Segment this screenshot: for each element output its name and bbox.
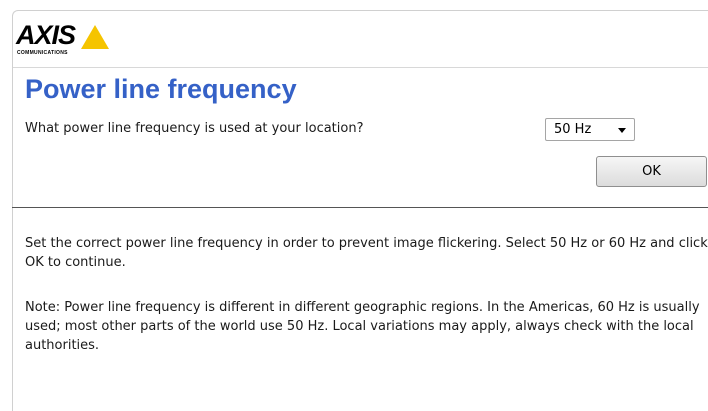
logo-wordmark: AXIS — [16, 20, 76, 50]
logo-subtext: COMMUNICATIONS — [17, 50, 68, 56]
section-divider — [12, 207, 708, 208]
page-title: Power line frequency — [25, 74, 297, 104]
instructions-text: Set the correct power line frequency in … — [25, 236, 708, 270]
note-text: Note: Power line frequency is different … — [25, 300, 700, 353]
frequency-question-label: What power line frequency is used at you… — [25, 121, 364, 136]
frequency-select-value: 50 Hz — [554, 122, 592, 137]
header-divider — [13, 67, 708, 68]
chevron-down-icon — [618, 128, 626, 133]
logo-triangle-icon — [81, 25, 109, 49]
frequency-select[interactable]: 50 Hz — [545, 118, 635, 141]
ok-button[interactable]: OK — [596, 156, 707, 187]
